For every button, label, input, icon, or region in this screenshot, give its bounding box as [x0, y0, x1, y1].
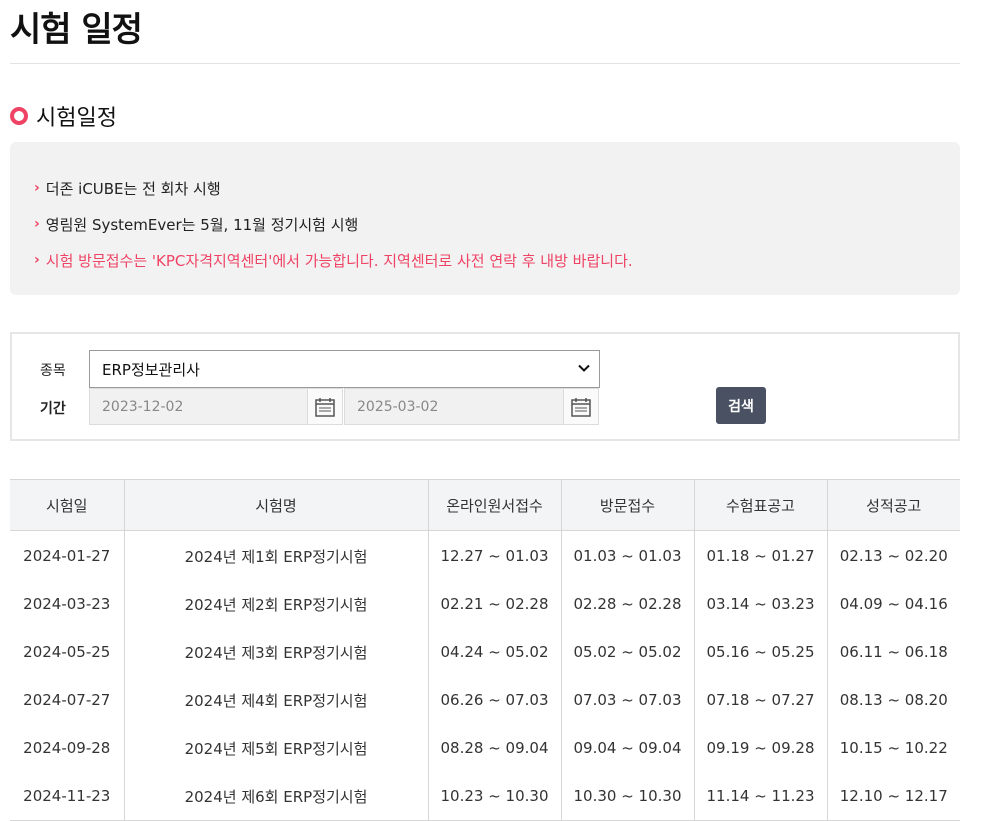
column-header-exam-date: 시험일: [10, 479, 124, 531]
cell-results: 04.09 ~ 04.16: [826, 580, 960, 628]
section-title: 시험일정: [36, 106, 117, 131]
cell-visit-application: 02.28 ~ 02.28: [560, 580, 694, 628]
title-divider: [10, 63, 960, 64]
cell-exam-name: 2024년 제4회 ERP정기시험: [123, 676, 428, 724]
notice-text: 더존 iCUBE는 전 회차 시행: [45, 179, 221, 198]
chevron-right-icon: ›: [34, 180, 40, 196]
table-row: 2024-07-27 2024년 제4회 ERP정기시험 06.26 ~ 07.…: [10, 676, 960, 724]
cell-exam-name: 2024년 제6회 ERP정기시험: [123, 772, 428, 821]
search-form: 종목 ERP정보관리사 기간 2023-12-02 2025-03-02 검색: [10, 332, 960, 441]
category-select[interactable]: ERP정보관리사: [89, 350, 600, 388]
column-header-exam-name: 시험명: [123, 479, 428, 531]
cell-exam-name: 2024년 제5회 ERP정기시험: [123, 724, 428, 772]
cell-results: 08.13 ~ 08.20: [826, 676, 960, 724]
cell-results: 02.13 ~ 02.20: [826, 530, 960, 580]
cell-results: 06.11 ~ 06.18: [826, 628, 960, 676]
cell-online-application: 08.28 ~ 09.04: [427, 724, 561, 772]
category-label: 종목: [40, 363, 66, 379]
cell-admission-ticket: 03.14 ~ 03.23: [693, 580, 827, 628]
cell-exam-name: 2024년 제3회 ERP정기시험: [123, 628, 428, 676]
cell-exam-date: 2024-11-23: [10, 772, 124, 821]
table-row: 2024-05-25 2024년 제3회 ERP정기시험 04.24 ~ 05.…: [10, 628, 960, 676]
ring-bullet-icon: [10, 107, 28, 125]
start-date-calendar-button[interactable]: [307, 388, 343, 425]
chevron-right-icon: ›: [34, 216, 40, 232]
cell-admission-ticket: 09.19 ~ 09.28: [693, 724, 827, 772]
column-header-online-application: 온라인원서접수: [427, 479, 561, 531]
start-date-input[interactable]: 2023-12-02: [89, 388, 308, 425]
cell-online-application: 04.24 ~ 05.02: [427, 628, 561, 676]
cell-admission-ticket: 01.18 ~ 01.27: [693, 530, 827, 580]
page-title: 시험 일정: [10, 10, 143, 50]
schedule-table: 시험일 시험명 온라인원서접수 방문접수 수험표공고 성적공고 2024-01-…: [10, 479, 960, 821]
notice-item-warning: › 시험 방문접수는 'KPC자격지역센터'에서 가능합니다. 지역센터로 사전…: [10, 242, 960, 278]
cell-online-application: 12.27 ~ 01.03: [427, 530, 561, 580]
cell-results: 10.15 ~ 10.22: [826, 724, 960, 772]
cell-visit-application: 07.03 ~ 07.03: [560, 676, 694, 724]
table-row: 2024-11-23 2024년 제6회 ERP정기시험 10.23 ~ 10.…: [10, 772, 960, 821]
calendar-icon: [571, 397, 591, 417]
table-row: 2024-09-28 2024년 제5회 ERP정기시험 08.28 ~ 09.…: [10, 724, 960, 772]
table-row: 2024-03-23 2024년 제2회 ERP정기시험 02.21 ~ 02.…: [10, 580, 960, 628]
cell-exam-date: 2024-03-23: [23, 595, 111, 613]
end-date-calendar-button[interactable]: [563, 388, 599, 425]
cell-admission-ticket: 05.16 ~ 05.25: [693, 628, 827, 676]
cell-exam-date: 2024-07-27: [23, 691, 111, 709]
period-label: 기간: [40, 401, 66, 417]
end-date-input[interactable]: 2025-03-02: [344, 388, 564, 425]
cell-exam-date: 2024-09-28: [23, 739, 111, 757]
calendar-icon: [315, 397, 335, 417]
search-button[interactable]: 검색: [716, 387, 766, 424]
cell-exam-name: 2024년 제1회 ERP정기시험: [123, 530, 428, 580]
cell-online-application: 06.26 ~ 07.03: [427, 676, 561, 724]
cell-online-application: 02.21 ~ 02.28: [427, 580, 561, 628]
table-header-row: 시험일 시험명 온라인원서접수 방문접수 수험표공고 성적공고: [10, 479, 960, 531]
category-select-value: ERP정보관리사: [102, 360, 200, 379]
section-header: 시험일정: [10, 100, 117, 132]
notice-item: › 더존 iCUBE는 전 회차 시행: [10, 170, 960, 206]
cell-exam-date: 2024-01-27: [23, 547, 111, 565]
cell-exam-name: 2024년 제2회 ERP정기시험: [123, 580, 428, 628]
notice-text: 영림원 SystemEver는 5월, 11월 정기시험 시행: [45, 215, 359, 234]
column-header-results: 성적공고: [826, 479, 960, 531]
cell-visit-application: 01.03 ~ 01.03: [560, 530, 694, 580]
column-header-admission-ticket: 수험표공고: [693, 479, 827, 531]
cell-exam-date: 2024-05-25: [23, 643, 111, 661]
cell-results: 12.10 ~ 12.17: [826, 772, 960, 821]
notice-item: › 영림원 SystemEver는 5월, 11월 정기시험 시행: [10, 206, 960, 242]
cell-admission-ticket: 11.14 ~ 11.23: [693, 772, 827, 821]
cell-admission-ticket: 07.18 ~ 07.27: [693, 676, 827, 724]
cell-visit-application: 09.04 ~ 09.04: [560, 724, 694, 772]
chevron-down-icon: [578, 364, 590, 372]
notice-box: › 더존 iCUBE는 전 회차 시행 › 영림원 SystemEver는 5월…: [10, 142, 960, 295]
notice-text: 시험 방문접수는 'KPC자격지역센터'에서 가능합니다. 지역센터로 사전 연…: [45, 251, 633, 270]
column-header-visit-application: 방문접수: [560, 479, 694, 531]
chevron-right-icon: ›: [34, 252, 40, 268]
cell-visit-application: 10.30 ~ 10.30: [560, 772, 694, 821]
cell-visit-application: 05.02 ~ 05.02: [560, 628, 694, 676]
cell-online-application: 10.23 ~ 10.30: [427, 772, 561, 821]
table-row: 2024-01-27 2024년 제1회 ERP정기시험 12.27 ~ 01.…: [10, 530, 960, 580]
